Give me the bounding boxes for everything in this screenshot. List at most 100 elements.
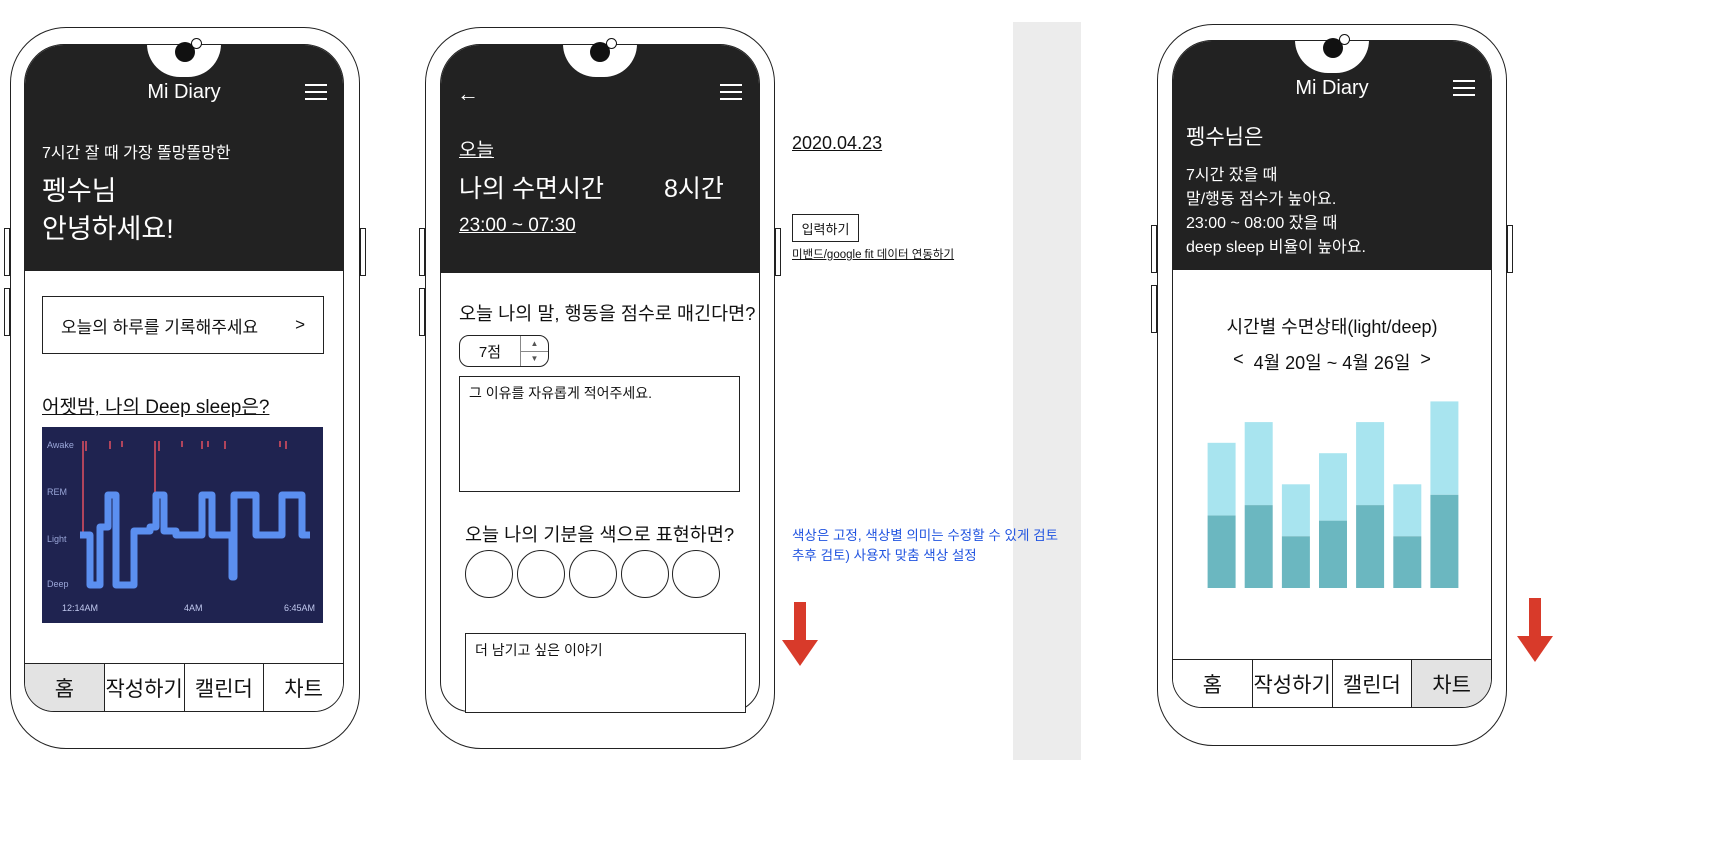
- home-screen: Mi Diary 7시간 잘 때 가장 똘망똘망한 펭수님 안녕하세요! 오늘의…: [24, 44, 344, 712]
- chart-header: Mi Diary 펭수님은 7시간 잤을 때 말/행동 점수가 높아요. 23:…: [1173, 41, 1491, 270]
- bar-light: [1356, 422, 1385, 505]
- insight-line: 7시간 잤을 때: [1186, 167, 1278, 184]
- write-header: ← 오늘 나의 수면시간 8시간 23:00 ~ 07:30: [441, 45, 759, 273]
- menu-icon[interactable]: [1453, 80, 1475, 96]
- side-button: [419, 228, 425, 276]
- sleep-y-label: Deep: [47, 579, 69, 589]
- score-value: 7점: [478, 343, 502, 361]
- chevron-right-icon: >: [295, 315, 305, 334]
- bar-deep: [1281, 536, 1310, 588]
- date-range-label: 4월 20일 ~ 4월 26일: [1253, 353, 1411, 373]
- greeting-text: 안녕하세요!: [42, 214, 174, 244]
- input-button[interactable]: 입력하기: [792, 214, 859, 242]
- bar-light: [1207, 442, 1236, 516]
- extra-story-textarea[interactable]: 더 남기고 싶은 이야기: [465, 633, 746, 713]
- date-range-nav: < 4월 20일 ~ 4월 26일 >: [1173, 349, 1491, 375]
- side-button: [1507, 225, 1513, 273]
- bar-light: [1281, 484, 1310, 537]
- bar-deep: [1244, 505, 1273, 588]
- tab-write[interactable]: 작성하기: [1252, 660, 1333, 707]
- mood-color-option[interactable]: [569, 550, 617, 598]
- input-button-label: 입력하기: [801, 221, 850, 237]
- mood-color-option[interactable]: [517, 550, 565, 598]
- sleep-y-label: REM: [47, 487, 67, 497]
- side-button: [775, 228, 781, 276]
- sleep-y-label: Awake: [47, 440, 74, 450]
- bar-deep: [1319, 520, 1347, 588]
- bar-deep: [1393, 536, 1422, 588]
- record-today-label: 오늘의 하루를 기록해주세요: [61, 317, 259, 337]
- scroll-down-arrow-icon: [1517, 598, 1553, 662]
- tab-chart[interactable]: 차트: [1412, 660, 1491, 707]
- user-name: 펭수님: [42, 176, 117, 206]
- tab-write[interactable]: 작성하기: [104, 664, 185, 711]
- bar-light: [1244, 422, 1273, 505]
- bar-deep: [1356, 505, 1385, 588]
- camera-sensor-icon: [606, 38, 617, 49]
- app-title: Mi Diary: [1295, 77, 1369, 99]
- menu-icon[interactable]: [720, 84, 742, 100]
- insight-line: 23:00 ~ 08:00 잤을 때: [1186, 215, 1338, 232]
- tab-chart[interactable]: 차트: [264, 664, 343, 711]
- stepper-up-icon[interactable]: ▲: [521, 336, 548, 352]
- side-button: [1151, 225, 1157, 273]
- side-button: [4, 228, 10, 276]
- bar-light: [1319, 453, 1347, 521]
- mood-color-option[interactable]: [672, 550, 720, 598]
- prev-week-button[interactable]: <: [1233, 349, 1244, 375]
- sleep-time-label: 나의 수면시간: [459, 175, 604, 203]
- sleep-x-label: 4AM: [184, 603, 203, 613]
- camera-sensor-icon: [1339, 34, 1350, 45]
- home-header: Mi Diary 7시간 잘 때 가장 똘망똘망한 펭수님 안녕하세요!: [25, 45, 343, 271]
- reason-placeholder: 그 이유를 자유롭게 적어주세요.: [469, 385, 652, 401]
- app-title: Mi Diary: [147, 81, 221, 103]
- bar-deep: [1430, 494, 1459, 588]
- today-label: 오늘: [459, 140, 494, 161]
- tab-home[interactable]: 홈: [1173, 660, 1253, 707]
- bar-deep: [1207, 515, 1236, 588]
- home-subtitle: 7시간 잘 때 가장 똘망똘망한: [42, 145, 231, 162]
- sleep-y-label: Light: [47, 534, 67, 544]
- tab-home[interactable]: 홈: [25, 664, 105, 711]
- gray-divider-panel: [1013, 22, 1081, 760]
- annotation-note-2: 추후 검토) 사용자 맞춤 색상 설정: [792, 548, 977, 563]
- chart-screen: Mi Diary 펭수님은 7시간 잤을 때 말/행동 점수가 높아요. 23:…: [1172, 40, 1492, 708]
- reason-textarea[interactable]: 그 이유를 자유롭게 적어주세요.: [459, 376, 740, 492]
- mood-color-option[interactable]: [465, 550, 513, 598]
- chart-title: 시간별 수면상태(light/deep): [1226, 317, 1438, 337]
- side-button: [360, 228, 366, 276]
- deep-sleep-title[interactable]: 어젯밤, 나의 Deep sleep은?: [42, 392, 269, 419]
- sleep-x-label: 6:45AM: [284, 603, 315, 613]
- next-week-button[interactable]: >: [1420, 349, 1431, 375]
- tab-calendar[interactable]: 캘린더: [184, 664, 265, 711]
- extra-story-placeholder: 더 남기고 싶은 이야기: [475, 642, 603, 658]
- camera-sensor-icon: [191, 38, 202, 49]
- score-question: 오늘 나의 말, 행동을 점수로 매긴다면?: [459, 303, 756, 324]
- bottom-tab-bar: 홈 작성하기 캘린더 차트: [1173, 659, 1491, 707]
- score-stepper[interactable]: 7점 ▲ ▼: [459, 335, 549, 367]
- write-screen: ← 오늘 나의 수면시간 8시간 23:00 ~ 07:30 오늘 나의 말, …: [440, 44, 760, 712]
- sync-data-link[interactable]: 미밴드/google fit 데이터 연동하기: [792, 246, 954, 262]
- menu-icon[interactable]: [305, 84, 327, 100]
- side-button: [4, 288, 10, 336]
- insight-line: deep sleep 비율이 높아요.: [1186, 239, 1366, 256]
- sleep-hours-value: 8시간: [664, 175, 724, 203]
- side-button: [419, 288, 425, 336]
- bar-light: [1430, 401, 1459, 495]
- insight-name: 펭수님은: [1186, 126, 1264, 149]
- sleep-bar-chart: [1207, 401, 1459, 588]
- bar-light: [1393, 484, 1422, 537]
- scroll-down-arrow-icon: [782, 602, 818, 666]
- back-arrow-icon[interactable]: ←: [457, 81, 479, 107]
- mood-color-option[interactable]: [621, 550, 669, 598]
- sleep-x-label: 12:14AM: [62, 603, 98, 613]
- bottom-tab-bar: 홈 작성하기 캘린더 차트: [25, 663, 343, 711]
- tab-calendar[interactable]: 캘린더: [1332, 660, 1413, 707]
- insight-line: 말/행동 점수가 높아요.: [1186, 191, 1337, 208]
- mood-question: 오늘 나의 기분을 색으로 표현하면?: [465, 524, 735, 545]
- annotation-date: 2020.04.23: [792, 133, 883, 153]
- stepper-down-icon[interactable]: ▼: [521, 352, 548, 367]
- annotation-note-1: 색상은 고정, 색상별 의미는 수정할 수 있게 검토: [792, 528, 1058, 543]
- record-today-button[interactable]: 오늘의 하루를 기록해주세요 >: [42, 296, 324, 354]
- sleep-stage-chart: Awake REM Light Deep 12:14AM 4AM 6:45AM: [42, 427, 323, 623]
